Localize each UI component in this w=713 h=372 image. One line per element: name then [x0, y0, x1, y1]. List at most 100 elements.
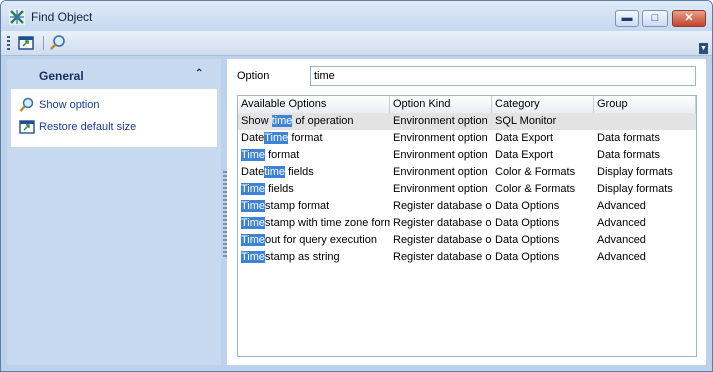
general-group-body: Show option Restore default size [11, 89, 217, 147]
category-cell: Data Export [495, 132, 554, 144]
toolbar-separator [43, 36, 44, 50]
option-name-suffix: fields [265, 183, 294, 195]
group-cell: Advanced [597, 251, 646, 263]
option-name-prefix: Date [241, 166, 265, 178]
option-name-suffix: stamp with time zone format [265, 217, 390, 229]
match-highlight: Time [241, 183, 266, 195]
table-row[interactable]: Timestamp format Register database optio… [238, 198, 696, 215]
restore-default-size-label: Restore default size [39, 121, 137, 133]
toolbar-options-icon[interactable]: ▼ [699, 43, 708, 54]
table-row[interactable]: Timeout for query execution Register dat… [238, 232, 696, 249]
match-highlight: time [264, 166, 286, 178]
maximize-button[interactable]: □ [642, 10, 668, 27]
magnifier-toolbar-icon[interactable] [49, 34, 67, 52]
option-name-suffix: format [265, 149, 300, 161]
minimize-icon: ▬ [621, 12, 633, 24]
option-name-cell: Timeout for query execution [238, 232, 390, 249]
match-highlight: Time [241, 200, 266, 212]
category-cell: Data Options [495, 234, 560, 246]
option-kind-cell: Environment option [393, 149, 488, 161]
option-kind-cell: Environment option [393, 183, 488, 195]
restore-default-size-link[interactable]: Restore default size [15, 118, 215, 136]
collapse-icon[interactable]: ⌃ [195, 68, 203, 79]
option-kind-cell: Environment option [393, 115, 488, 127]
option-name-suffix: of operation [292, 115, 354, 127]
window-title: Find Object [31, 10, 93, 24]
category-cell: SQL Monitor [495, 115, 557, 127]
category-cell: Data Options [495, 200, 560, 212]
option-name-cell: Time format [238, 147, 390, 164]
close-button[interactable]: ✕ [672, 10, 706, 27]
option-name-cell: Show time of operation [238, 113, 390, 130]
options-grid[interactable]: Available Options Option Kind Category G… [237, 95, 697, 357]
option-name-suffix: fields [285, 166, 314, 178]
category-cell: Color & Formats [495, 166, 576, 178]
group-cell: Advanced [597, 200, 646, 212]
restore-size-icon [19, 120, 35, 134]
option-name-cell: Timestamp format [238, 198, 390, 215]
table-row[interactable]: DateTime format Environment option Data … [238, 130, 696, 147]
show-option-link[interactable]: Show option [15, 96, 215, 114]
group-cell [594, 113, 696, 130]
match-highlight: Time [241, 251, 266, 263]
minimize-button[interactable]: ▬ [615, 10, 639, 27]
option-name-cell: DateTime format [238, 130, 390, 147]
match-highlight: Time [241, 149, 266, 161]
option-name-suffix: out for query execution [265, 234, 377, 246]
group-cell: Advanced [597, 234, 646, 246]
table-row[interactable]: Time fields Environment option Color & F… [238, 181, 696, 198]
app-icon [9, 9, 25, 25]
column-header-available-options[interactable]: Available Options [238, 96, 390, 113]
option-kind-cell: Environment option [393, 132, 488, 144]
match-highlight: Time [264, 132, 289, 144]
column-header-category[interactable]: Category [492, 96, 594, 113]
option-name-cell: Datetime fields [238, 164, 390, 181]
table-row[interactable]: Datetime fields Environment option Color… [238, 164, 696, 181]
group-cell: Data formats [597, 149, 660, 161]
group-cell: Display formats [597, 183, 673, 195]
option-name-suffix: stamp format [265, 200, 330, 212]
title-bar[interactable]: Find Object ▬ □ ✕ [1, 1, 712, 31]
table-row[interactable]: Show time of operation Environment optio… [238, 113, 696, 130]
column-header-group[interactable]: Group [594, 96, 696, 113]
category-cell: Data Options [495, 251, 560, 263]
show-option-label: Show option [39, 99, 100, 111]
option-name-cell: Time fields [238, 181, 390, 198]
option-name-prefix: Show [241, 115, 272, 127]
category-cell: Data Options [495, 217, 560, 229]
group-title: General [39, 69, 84, 83]
option-name-cell: Timestamp as string [238, 249, 390, 266]
option-search-input[interactable] [310, 66, 696, 86]
table-row[interactable]: Timestamp with time zone format Register… [238, 215, 696, 232]
column-header-option-kind[interactable]: Option Kind [390, 96, 492, 113]
option-name-prefix: Date [241, 132, 265, 144]
option-name-suffix: format [288, 132, 323, 144]
option-name-cell: Timestamp with time zone format [238, 215, 390, 232]
group-cell: Advanced [597, 217, 646, 229]
magnifier-icon [19, 97, 34, 112]
category-cell: Color & Formats [495, 183, 576, 195]
restore-size-toolbar-icon[interactable] [17, 34, 35, 52]
option-kind-cell: Register database option [393, 251, 492, 263]
grid-header: Available Options Option Kind Category G… [238, 96, 696, 114]
option-kind-cell: Register database option [393, 200, 492, 212]
category-cell: Data Export [495, 149, 554, 161]
maximize-icon: □ [651, 12, 659, 24]
find-object-window: Find Object ▬ □ ✕ ▼ General ⌃ Show optio… [0, 0, 713, 372]
option-kind-cell: Environment option [393, 166, 488, 178]
option-name-suffix: stamp as string [265, 251, 340, 263]
toolbar-grip[interactable] [7, 36, 10, 50]
option-label: Option [237, 70, 270, 82]
option-kind-cell: Register database option [393, 234, 492, 246]
general-group-header[interactable]: General ⌃ [11, 63, 217, 87]
table-row[interactable]: Timestamp as string Register database op… [238, 249, 696, 266]
table-row[interactable]: Time format Environment option Data Expo… [238, 147, 696, 164]
close-icon: ✕ [684, 12, 694, 24]
toolbar: ▼ [1, 31, 712, 56]
group-cell: Display formats [597, 166, 673, 178]
group-cell: Data formats [597, 132, 660, 144]
option-kind-cell: Register database option [393, 217, 492, 229]
right-panel: Option Available Options Option Kind Cat… [227, 59, 706, 365]
match-highlight: Time [241, 234, 266, 246]
left-panel: General ⌃ Show option Restore default si… [7, 59, 221, 365]
